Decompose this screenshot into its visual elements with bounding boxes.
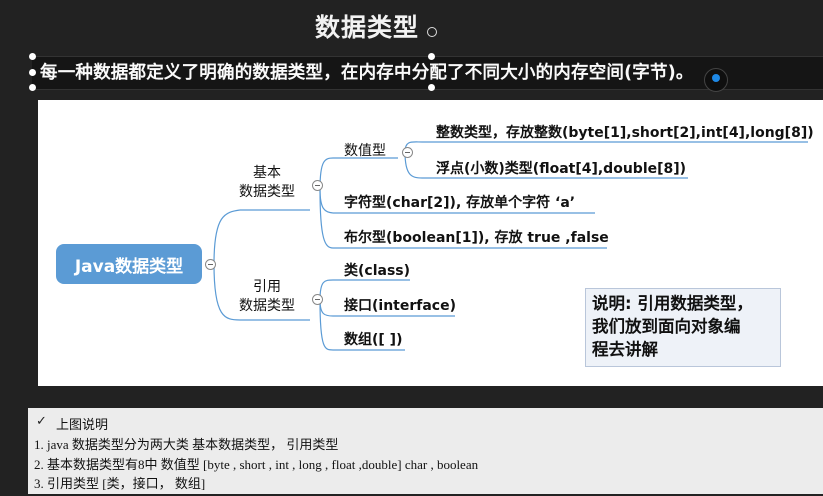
slide: 数据类型 每一种数据都定义了明确的数据类型，在内存中分配了不同大小的内存空间(字…: [0, 0, 823, 496]
collapse-icon[interactable]: [312, 294, 323, 305]
root-node[interactable]: Java数据类型: [56, 244, 202, 284]
collapse-icon[interactable]: [312, 180, 323, 191]
node-array[interactable]: 数组([ ]): [344, 331, 402, 350]
node-interface[interactable]: 接口(interface): [344, 297, 456, 316]
footer-line-3: 3. 引用类型 [类，接口， 数组]: [34, 476, 206, 491]
connector-array: [319, 299, 334, 351]
note-line: 程去讲解: [592, 340, 658, 359]
note-line: 我们放到面向对象编: [592, 317, 741, 336]
node-float[interactable]: 浮点(小数)类型(float[4],double[8]): [436, 160, 686, 179]
node-numeric[interactable]: 数值型: [344, 142, 386, 161]
node-reference-types[interactable]: 引用 数据类型: [230, 278, 304, 316]
footer-line-1: 1. java 数据类型分为两大类 基本数据类型， 引用类型: [34, 437, 339, 452]
collapse-icon[interactable]: [402, 147, 413, 158]
node-boolean[interactable]: 布尔型(boolean[1]), 存放 true ,false: [344, 229, 609, 248]
collapse-icon[interactable]: [205, 259, 216, 270]
footer-heading: 上图说明: [56, 417, 109, 432]
node-char[interactable]: 字符型(char[2]), 存放单个字符 ‘a’: [344, 194, 575, 213]
node-class[interactable]: 类(class): [344, 262, 410, 281]
connector-basic: [213, 209, 241, 265]
footer-notes: ✓ 上图说明 1. java 数据类型分为两大类 基本数据类型， 引用类型 2.…: [28, 408, 823, 494]
note-box[interactable]: 说明: 引用数据类型， 我们放到面向对象编 程去讲解: [585, 288, 781, 367]
node-integer[interactable]: 整数类型，存放整数(byte[1],short[2],int[4],long[8…: [436, 124, 814, 143]
node-reference-line1: 引用: [253, 279, 281, 295]
node-basic-line2: 数据类型: [239, 184, 295, 200]
node-basic-types[interactable]: 基本 数据类型: [230, 164, 304, 202]
connector-char: [319, 188, 334, 214]
checkmark-icon: ✓: [36, 414, 47, 429]
footer-line-2: 2. 基本数据类型有8中 数值型 [byte , short , int , l…: [34, 457, 479, 472]
node-reference-line2: 数据类型: [239, 298, 295, 314]
note-line: 说明: 引用数据类型，: [592, 294, 753, 313]
connector-boolean: [319, 188, 334, 249]
node-basic-line1: 基本: [253, 165, 281, 181]
